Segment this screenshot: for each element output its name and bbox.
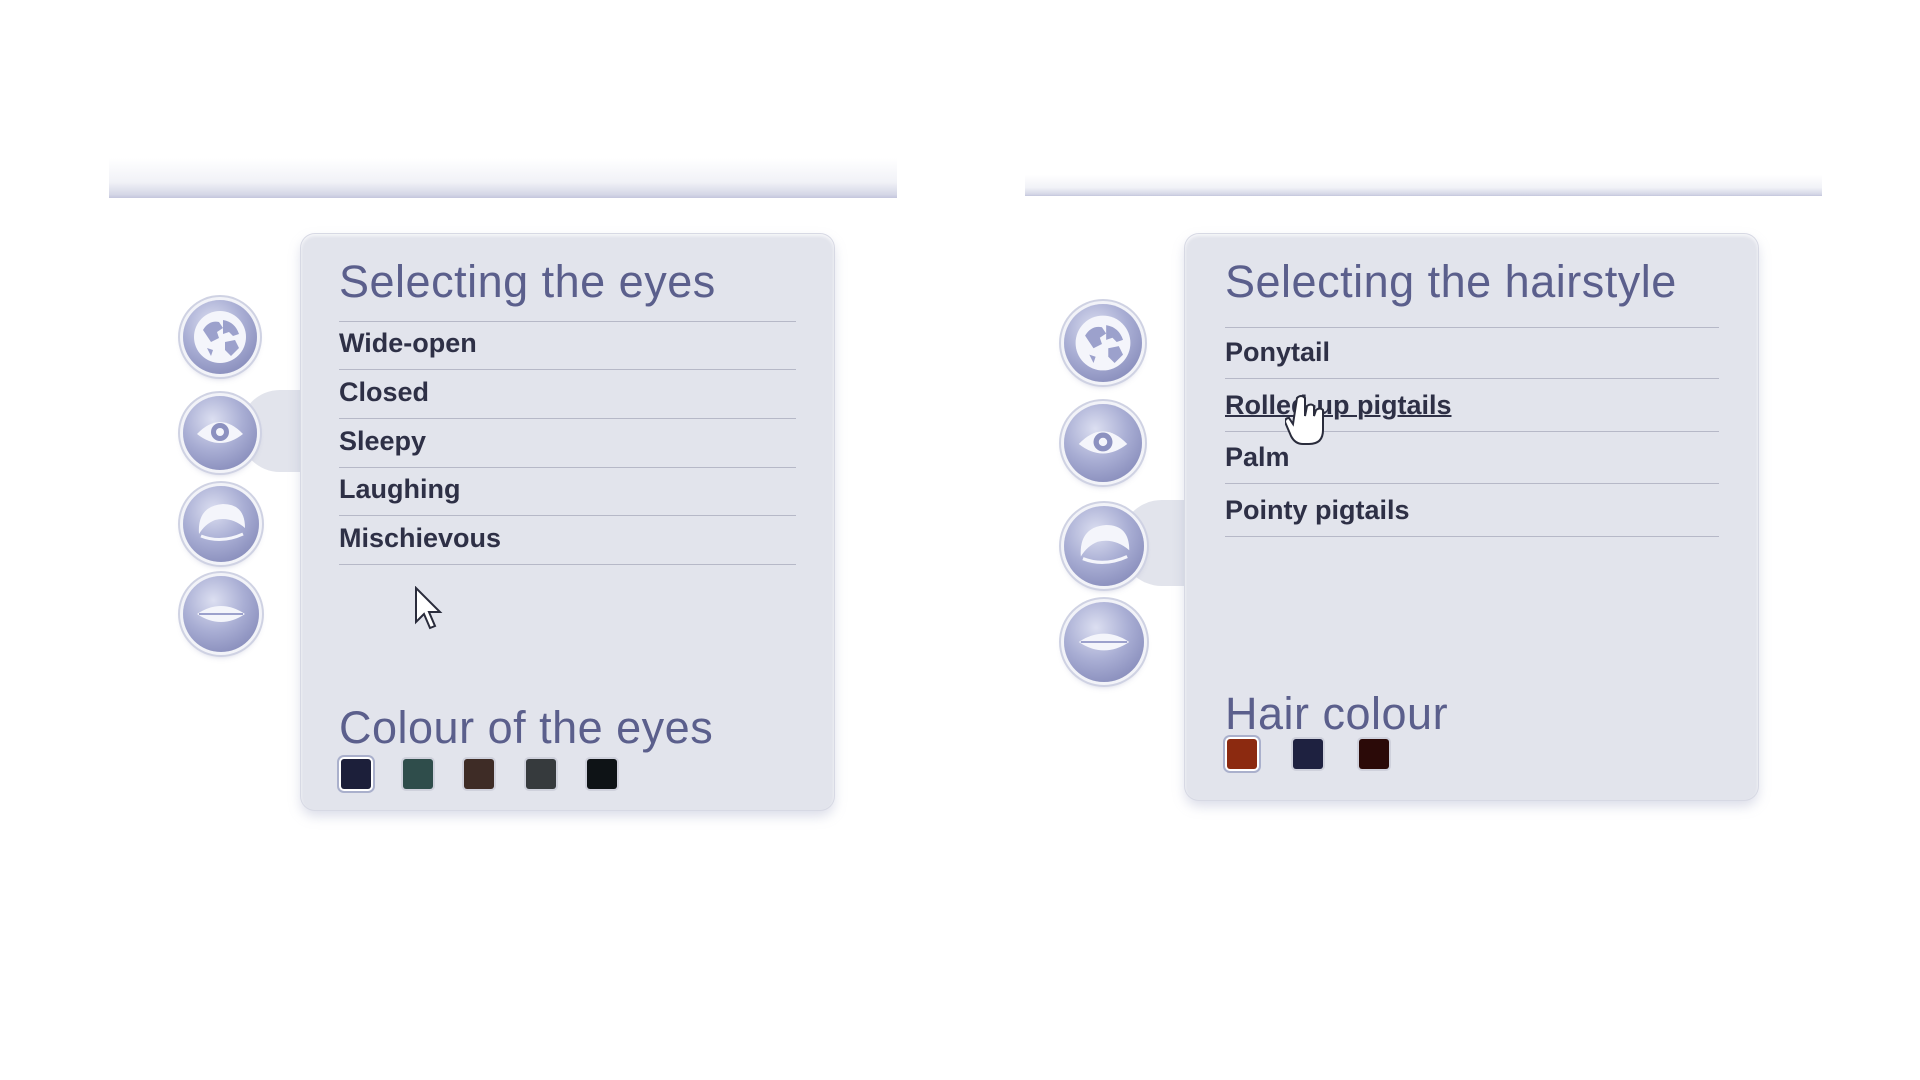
option-closed[interactable]: Closed bbox=[339, 370, 796, 419]
mouth-icon[interactable] bbox=[183, 576, 259, 652]
colour-swatch[interactable] bbox=[1227, 739, 1257, 769]
hairstyle-screen: Selecting the hairstyle Ponytail Rolled-… bbox=[960, 0, 1920, 1080]
top-bar bbox=[109, 158, 897, 198]
colour-title: Colour of the eyes bbox=[339, 702, 714, 753]
option-ponytail[interactable]: Ponytail bbox=[1225, 327, 1719, 379]
eyes-screen: Selecting the eyes Wide-open Closed Slee… bbox=[0, 0, 960, 1080]
option-sleepy[interactable]: Sleepy bbox=[339, 419, 796, 468]
hairstyle-panel: Selecting the hairstyle Ponytail Rolled-… bbox=[1185, 234, 1758, 800]
eye-icon[interactable] bbox=[183, 396, 257, 470]
colour-swatch[interactable] bbox=[525, 759, 556, 789]
eyes-panel: Selecting the eyes Wide-open Closed Slee… bbox=[301, 234, 834, 810]
colour-swatch[interactable] bbox=[587, 759, 617, 789]
hair-icon[interactable] bbox=[1064, 506, 1144, 586]
mouth-icon[interactable] bbox=[1064, 602, 1144, 682]
option-palm[interactable]: Palm bbox=[1225, 432, 1719, 484]
hair-icon[interactable] bbox=[183, 486, 259, 562]
panel-title: Selecting the eyes bbox=[339, 256, 716, 307]
option-rolled-up-pigtails[interactable]: Rolled-up pigtails bbox=[1225, 379, 1719, 432]
option-laughing[interactable]: Laughing bbox=[339, 468, 796, 516]
colour-swatch[interactable] bbox=[1359, 739, 1389, 769]
globe-icon[interactable] bbox=[183, 300, 257, 374]
colour-swatch[interactable] bbox=[464, 759, 494, 789]
eye-icon[interactable] bbox=[1064, 404, 1142, 482]
colour-swatch[interactable] bbox=[341, 759, 371, 789]
option-pointy-pigtails[interactable]: Pointy pigtails bbox=[1225, 484, 1719, 537]
options-list: Ponytail Rolled-up pigtails Palm Pointy … bbox=[1225, 327, 1719, 547]
top-bar bbox=[1025, 175, 1822, 196]
colour-title: Hair colour bbox=[1225, 688, 1449, 739]
option-mischievous[interactable]: Mischievous bbox=[339, 516, 796, 565]
panel-title: Selecting the hairstyle bbox=[1225, 256, 1677, 307]
globe-icon[interactable] bbox=[1064, 304, 1142, 382]
option-wide-open[interactable]: Wide-open bbox=[339, 321, 796, 370]
colour-swatch[interactable] bbox=[402, 759, 433, 789]
colour-swatch[interactable] bbox=[1293, 739, 1323, 769]
options-list: Wide-open Closed Sleepy Laughing Mischie… bbox=[339, 321, 796, 571]
